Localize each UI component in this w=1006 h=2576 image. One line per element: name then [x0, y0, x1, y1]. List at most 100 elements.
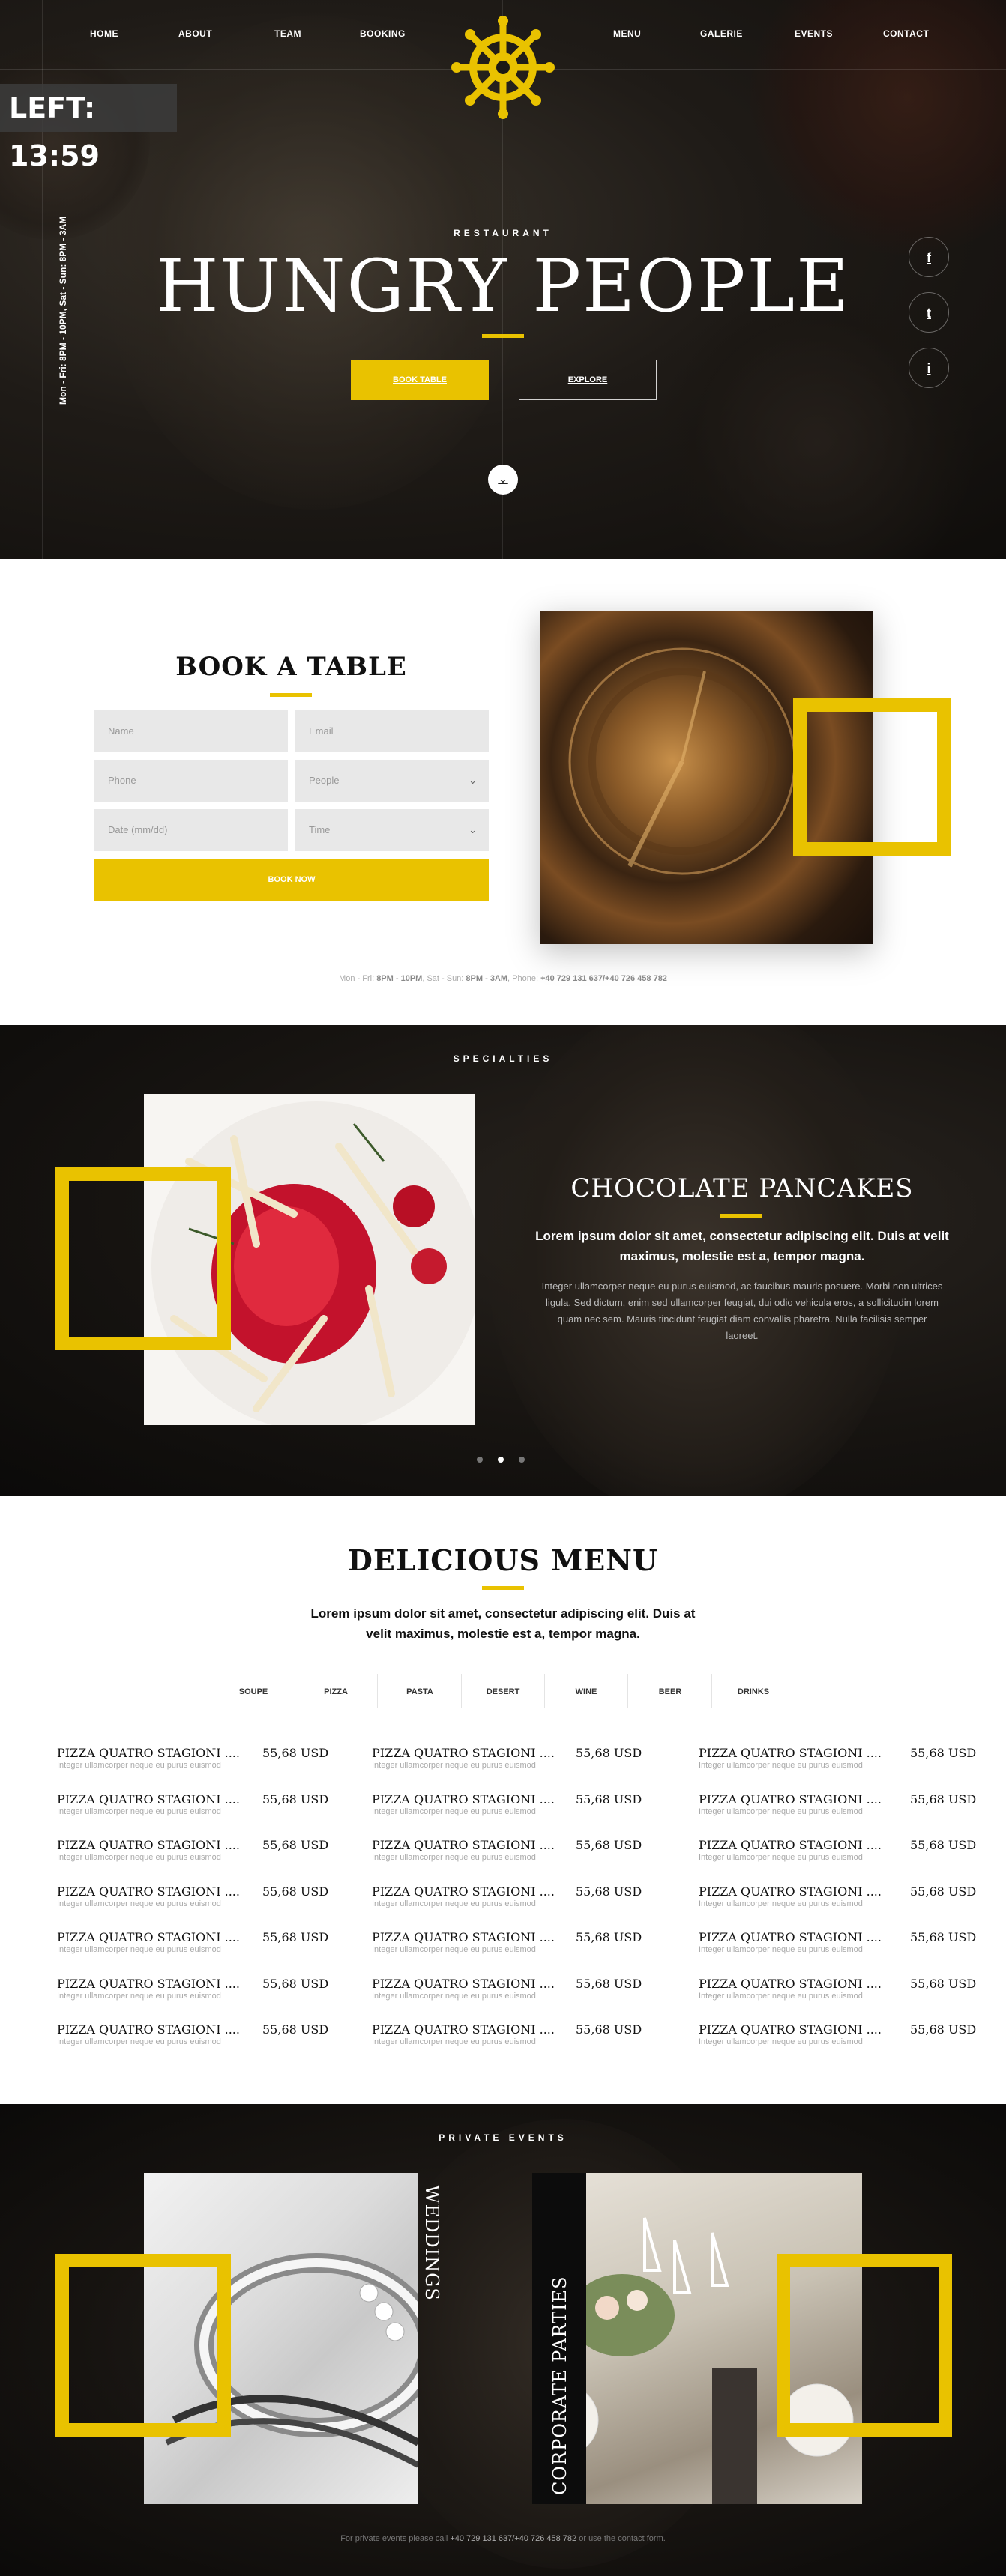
menu-item-name: PIZZA QUATRO STAGIONI ....	[57, 1884, 240, 1899]
hero-accent-bar	[482, 334, 524, 338]
menu-item-description: Integer ullamcorper neque eu purus euism…	[57, 1991, 221, 2001]
hero-bowl-image	[750, 0, 1006, 255]
phone-field[interactable]: Phone	[94, 760, 288, 802]
menu-item-price: 55,68 USD	[576, 1746, 642, 1760]
menu-item-price: 55,68 USD	[262, 1746, 329, 1760]
menu-tab-wine[interactable]: WINE	[545, 1687, 627, 1696]
menu-item-price: 55,68 USD	[576, 2022, 642, 2037]
time-select[interactable]: Time ⌄	[295, 809, 489, 851]
dish-description: Integer ullamcorper neque eu purus euism…	[541, 1281, 943, 1341]
date-field[interactable]: Date (mm/dd)	[94, 809, 288, 851]
name-field[interactable]: Name	[94, 710, 288, 752]
time-select-label: Time	[309, 824, 331, 835]
hero-title: HUNGRY PEOPLE	[155, 244, 851, 328]
booking-contact-info: Mon - Fri: 8PM - 10PM, Sat - Sun: 8PM - …	[0, 974, 1006, 983]
hero-section: HOME ABOUT TEAM BOOKING MENU GALERIE EVE…	[0, 0, 1006, 559]
email-field[interactable]: Email	[295, 710, 489, 752]
menu-item-description: Integer ullamcorper neque eu purus euism…	[372, 2037, 536, 2046]
menu-item-description: Integer ullamcorper neque eu purus euism…	[372, 1991, 536, 2001]
nav-booking[interactable]: BOOKING	[360, 28, 406, 39]
menu-item-price: 55,68 USD	[262, 1884, 329, 1899]
menu-item-price: 55,68 USD	[576, 1884, 642, 1899]
nav-events[interactable]: EVENTS	[795, 28, 833, 39]
info-hours: 8PM - 10PM	[376, 974, 423, 983]
menu-title: DELICIOUS MENU	[347, 1544, 659, 1577]
nav-team[interactable]: TEAM	[274, 28, 301, 39]
scroll-down-icon[interactable]: ⌄	[488, 465, 518, 495]
menu-item-price: 55,68 USD	[910, 1976, 977, 1991]
menu-item-name: PIZZA QUATRO STAGIONI ....	[372, 1746, 555, 1760]
events-contact-text: For private events please call	[340, 2534, 451, 2543]
menu-item-name: PIZZA QUATRO STAGIONI ....	[699, 2022, 882, 2037]
nav-home[interactable]: HOME	[90, 28, 118, 39]
menu-item-name: PIZZA QUATRO STAGIONI ....	[57, 1976, 240, 1991]
carousel-dots	[477, 1455, 531, 1464]
menu-item-name: PIZZA QUATRO STAGIONI ....	[699, 1838, 882, 1852]
hero-kicker: RESTAURANT	[454, 228, 552, 238]
menu-item-description: Integer ullamcorper neque eu purus euism…	[57, 1899, 221, 1908]
carousel-dot[interactable]	[519, 1457, 525, 1463]
specialties-section: SPECIALTIES CHOCOLATE PANCAKES Lorem ips…	[0, 1025, 1006, 1496]
carousel-dot[interactable]	[477, 1457, 483, 1463]
events-contact-info: For private events please call +40 729 1…	[0, 2534, 1006, 2543]
accent-frame	[55, 1167, 231, 1350]
menu-item-price: 55,68 USD	[910, 1792, 977, 1806]
menu-item-price: 55,68 USD	[910, 1930, 977, 1944]
menu-item-name: PIZZA QUATRO STAGIONI ....	[372, 2022, 555, 2037]
nav-galerie[interactable]: GALERIE	[700, 28, 743, 39]
accent-frame	[55, 2254, 231, 2437]
nav-menu[interactable]: MENU	[613, 28, 641, 39]
menu-item-name: PIZZA QUATRO STAGIONI ....	[699, 1746, 882, 1760]
dish-lead: Lorem ipsum dolor sit amet, consectetur …	[535, 1229, 949, 1263]
menu-tab-beer[interactable]: BEER	[629, 1687, 711, 1696]
dish-title: CHOCOLATE PANCAKES	[570, 1173, 914, 1203]
menu-tab-divider	[377, 1674, 378, 1708]
carousel-dot-active[interactable]	[498, 1457, 504, 1463]
people-select[interactable]: People ⌄	[295, 760, 489, 802]
menu-tab-drinks[interactable]: DRINKS	[712, 1687, 795, 1696]
menu-item-name: PIZZA QUATRO STAGIONI ....	[699, 1792, 882, 1806]
nav-about[interactable]: ABOUT	[178, 28, 212, 39]
facebook-icon[interactable]: f	[909, 237, 949, 277]
menu-item-price: 55,68 USD	[576, 1930, 642, 1944]
explore-button[interactable]: EXPLORE	[519, 360, 657, 400]
info-text: , Phone:	[507, 974, 541, 983]
book-table-button[interactable]: BOOK TABLE	[351, 360, 489, 400]
menu-item-name: PIZZA QUATRO STAGIONI ....	[372, 1930, 555, 1944]
menu-item-price: 55,68 USD	[262, 1838, 329, 1852]
book-now-button[interactable]: BOOK NOW	[94, 859, 489, 901]
accent-frame	[777, 2254, 952, 2437]
twitter-icon[interactable]: t	[909, 292, 949, 333]
menu-item-name: PIZZA QUATRO STAGIONI ....	[372, 1792, 555, 1806]
events-contact-phone: +40 729 131 637/+40 726 458 782	[450, 2534, 577, 2543]
menu-item-description: Integer ullamcorper neque eu purus euism…	[372, 1899, 536, 1908]
menu-item-name: PIZZA QUATRO STAGIONI ....	[57, 1792, 240, 1806]
menu-item-description: Integer ullamcorper neque eu purus euism…	[699, 1945, 863, 1954]
chevron-down-icon: ⌄	[469, 824, 477, 835]
instagram-icon[interactable]: i	[909, 348, 949, 388]
menu-item-price: 55,68 USD	[262, 1792, 329, 1806]
menu-item-description: Integer ullamcorper neque eu purus euism…	[57, 2037, 221, 2046]
menu-item-description: Integer ullamcorper neque eu purus euism…	[699, 1853, 863, 1862]
menu-tab-soupe[interactable]: SOUPE	[212, 1687, 295, 1696]
menu-tab-pizza[interactable]: PIZZA	[295, 1687, 377, 1696]
menu-item-description: Integer ullamcorper neque eu purus euism…	[699, 1761, 863, 1770]
menu-accent-bar	[482, 1586, 524, 1590]
info-text: Mon - Fri:	[339, 974, 377, 983]
menu-tab-desert[interactable]: DESERT	[462, 1687, 544, 1696]
booking-accent-bar	[270, 693, 312, 697]
events-contact-text: or use the contact form.	[576, 2534, 666, 2543]
menu-item-price: 55,68 USD	[262, 1976, 329, 1991]
menu-tab-pasta[interactable]: PASTA	[379, 1687, 461, 1696]
nav-contact[interactable]: CONTACT	[883, 28, 929, 39]
private-events-section: PRIVATE EVENTS WEDDINGS CORPORATE PARTIE…	[0, 2104, 1006, 2576]
menu-tab-divider	[627, 1674, 628, 1708]
menu-item-name: PIZZA QUATRO STAGIONI ....	[57, 1838, 240, 1852]
menu-item-price: 55,68 USD	[262, 1930, 329, 1944]
info-text: , Sat - Sun:	[422, 974, 466, 983]
menu-item-price: 55,68 USD	[910, 1746, 977, 1760]
menu-item-description: Integer ullamcorper neque eu purus euism…	[699, 1991, 863, 2001]
weddings-link[interactable]: WEDDINGS	[421, 2185, 442, 2301]
corporate-parties-link[interactable]: CORPORATE PARTIES	[549, 2276, 570, 2495]
helm-logo-icon[interactable]	[451, 15, 555, 120]
